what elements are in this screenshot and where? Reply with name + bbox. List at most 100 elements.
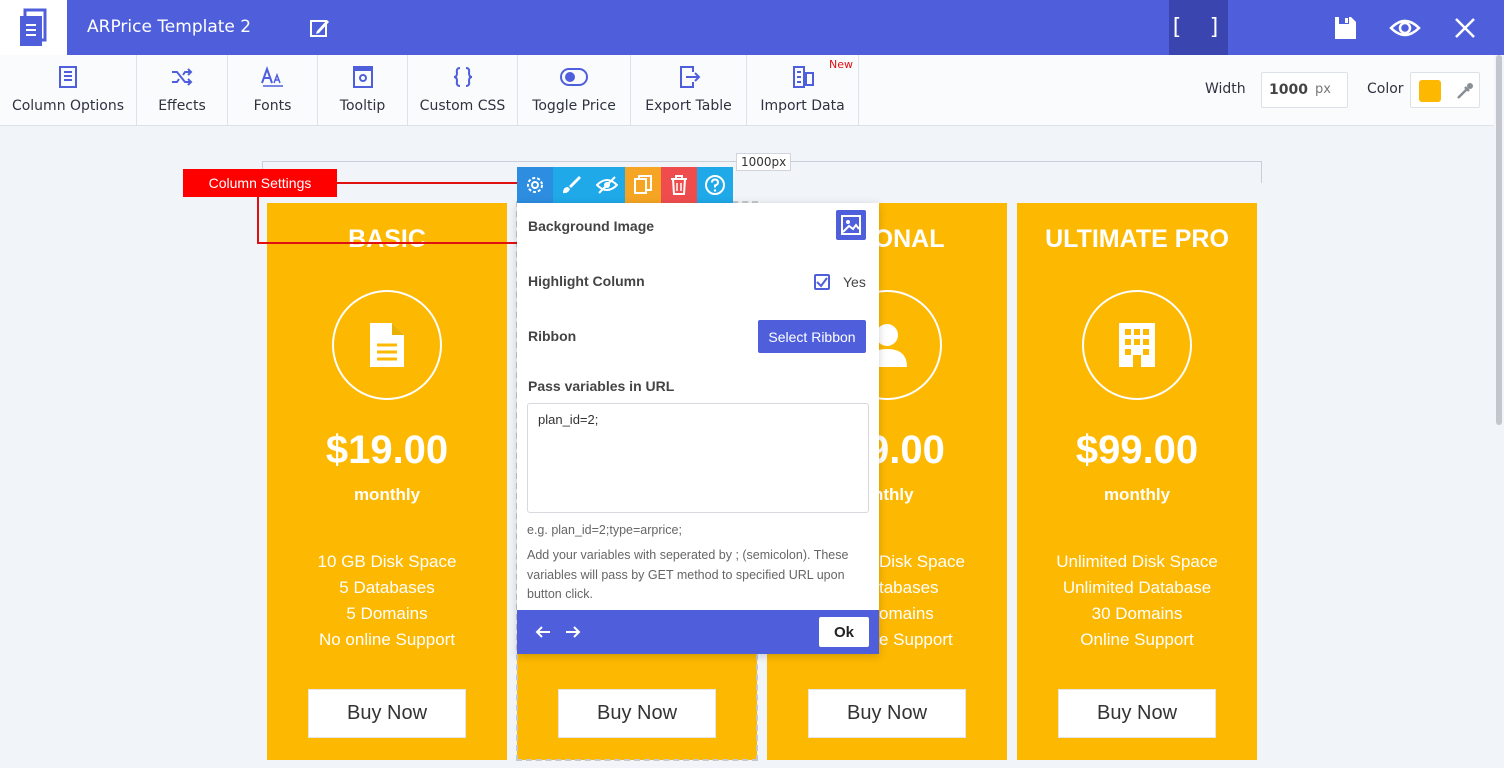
buy-now-button[interactable]: Buy Now [808,689,966,738]
column-icon-circle [1082,290,1192,400]
column-title: BASIC [348,225,426,253]
new-badge: New [829,58,853,71]
scrollbar-thumb[interactable] [1496,55,1502,425]
toolbar-export-table[interactable]: Export Table [631,55,747,125]
column-style-button[interactable] [553,167,589,203]
column-settings-button[interactable] [517,167,553,203]
buy-now-button[interactable]: Buy Now [1058,689,1216,738]
building-icon [1119,323,1155,367]
app-title: ARPrice Template 2 [87,17,252,37]
feature-item: 5 Databases [339,578,435,597]
toolbar-custom-css[interactable]: Custom CSS [408,55,518,125]
toolbar-label: Effects [158,98,206,114]
width-value: 1000 [1269,82,1308,98]
column-title: SONAL [857,225,945,253]
pricing-column-basic[interactable]: BASIC $19.00 monthly 10 GB Disk Space 5 … [267,203,507,760]
width-unit: px [1315,82,1331,97]
toolbar-tooltip[interactable]: Tooltip [318,55,408,125]
color-swatch[interactable] [1419,80,1441,102]
popup-footer: Ok [517,610,879,654]
toolbar-column-options[interactable]: Column Options [0,55,137,125]
ribbon-label: Ribbon [528,328,577,344]
background-image-label: Background Image [528,218,655,234]
highlight-column-label: Highlight Column [528,273,645,289]
vertical-scrollbar[interactable] [1494,55,1504,768]
url-variables-input[interactable] [527,403,869,513]
app-logo[interactable] [0,0,67,55]
column-delete-button[interactable] [661,167,697,203]
feature-item: 10 GB Disk Space [317,552,457,571]
column-help-button[interactable] [697,167,733,203]
image-icon [841,215,861,235]
preview-eye-icon[interactable] [1389,14,1421,42]
width-label: Width [1205,81,1246,97]
column-period: nthly [873,485,914,504]
url-variables-label: Pass variables in URL [528,378,675,394]
color-picker[interactable] [1410,72,1480,108]
column-period: monthly [1103,485,1171,504]
gear-icon [527,177,543,193]
brush-icon [563,176,581,194]
arrow-left-icon[interactable] [533,622,553,642]
feature-item: Unlimited Disk Space [1056,552,1218,571]
feature-item: 5 Domains [346,604,428,623]
toolbar-fonts[interactable]: Fonts [228,55,318,125]
callout-line [257,197,259,243]
select-ribbon-button[interactable]: Select Ribbon [758,320,866,353]
feature-item: tabases [879,578,939,597]
column-price: $99.00 [1075,428,1199,472]
toolbar-label: Fonts [253,98,292,114]
column-period: monthly [353,485,421,504]
import-icon [792,66,814,88]
column-features: 10 GB Disk Space 5 Databases 5 Domains N… [267,549,507,653]
toggle-icon [560,68,588,86]
column-duplicate-button[interactable] [625,167,661,203]
eye-slash-icon [596,176,618,194]
feature-item: Unlimited Database [1062,578,1212,597]
tooltip-icon [352,66,373,88]
toolbar-label: Custom CSS [419,98,506,114]
url-variables-description: Add your variables with seperated by ; (… [527,548,849,601]
ruler-label: 1000px [736,153,792,171]
color-label: Color [1367,81,1404,97]
feature-item: 30 Domains [1091,604,1183,623]
feature-item: Online Support [1080,630,1194,649]
braces-icon [453,67,472,87]
arrow-right-icon[interactable] [563,622,583,642]
callout-line [257,242,520,244]
feature-item: e Support [879,630,953,649]
column-options-icon [59,66,77,88]
document-icon [370,323,404,367]
save-icon[interactable] [1331,14,1359,42]
column-price: $19.00 [325,428,449,472]
column-settings-callout: Column Settings [183,169,337,197]
url-variables-hint: e.g. plan_id=2;type=arprice; [527,523,682,537]
toolbar-label: Toggle Price [532,98,616,114]
ok-button[interactable]: Ok [819,617,869,647]
toolbar-label: Column Options [11,98,125,114]
column-hide-button[interactable] [589,167,625,203]
close-icon[interactable] [1451,14,1479,42]
width-input[interactable]: 1000 px [1261,72,1348,108]
font-icon [260,66,283,87]
column-features: Disk Space tabases omains e Support [879,549,1007,653]
pricing-column-ultimate-pro[interactable]: ULTIMATE PRO $99.00 monthly Unlimited Di… [1017,203,1257,760]
column-price: 9.00 [867,428,945,472]
top-bar: ARPrice Template 2 [ ] [0,0,1504,55]
trash-icon [671,175,687,195]
background-image-button[interactable] [836,210,866,240]
highlight-yes-label: Yes [843,274,866,290]
toolbar-effects[interactable]: Effects [137,55,228,125]
feature-item: No online Support [318,630,456,649]
edit-title-icon[interactable] [309,17,331,39]
fullscreen-button[interactable]: [ ] [1169,0,1228,55]
export-icon [679,66,700,88]
column-toolbar [517,167,733,203]
toolbar-toggle-price[interactable]: Toggle Price [518,55,631,125]
buy-now-button[interactable]: Buy Now [308,689,466,738]
shuffle-icon [172,68,193,86]
help-icon [705,175,725,195]
highlight-checkbox[interactable] [814,274,830,290]
copy-icon [634,175,652,194]
eyedropper-icon[interactable] [1455,81,1475,101]
